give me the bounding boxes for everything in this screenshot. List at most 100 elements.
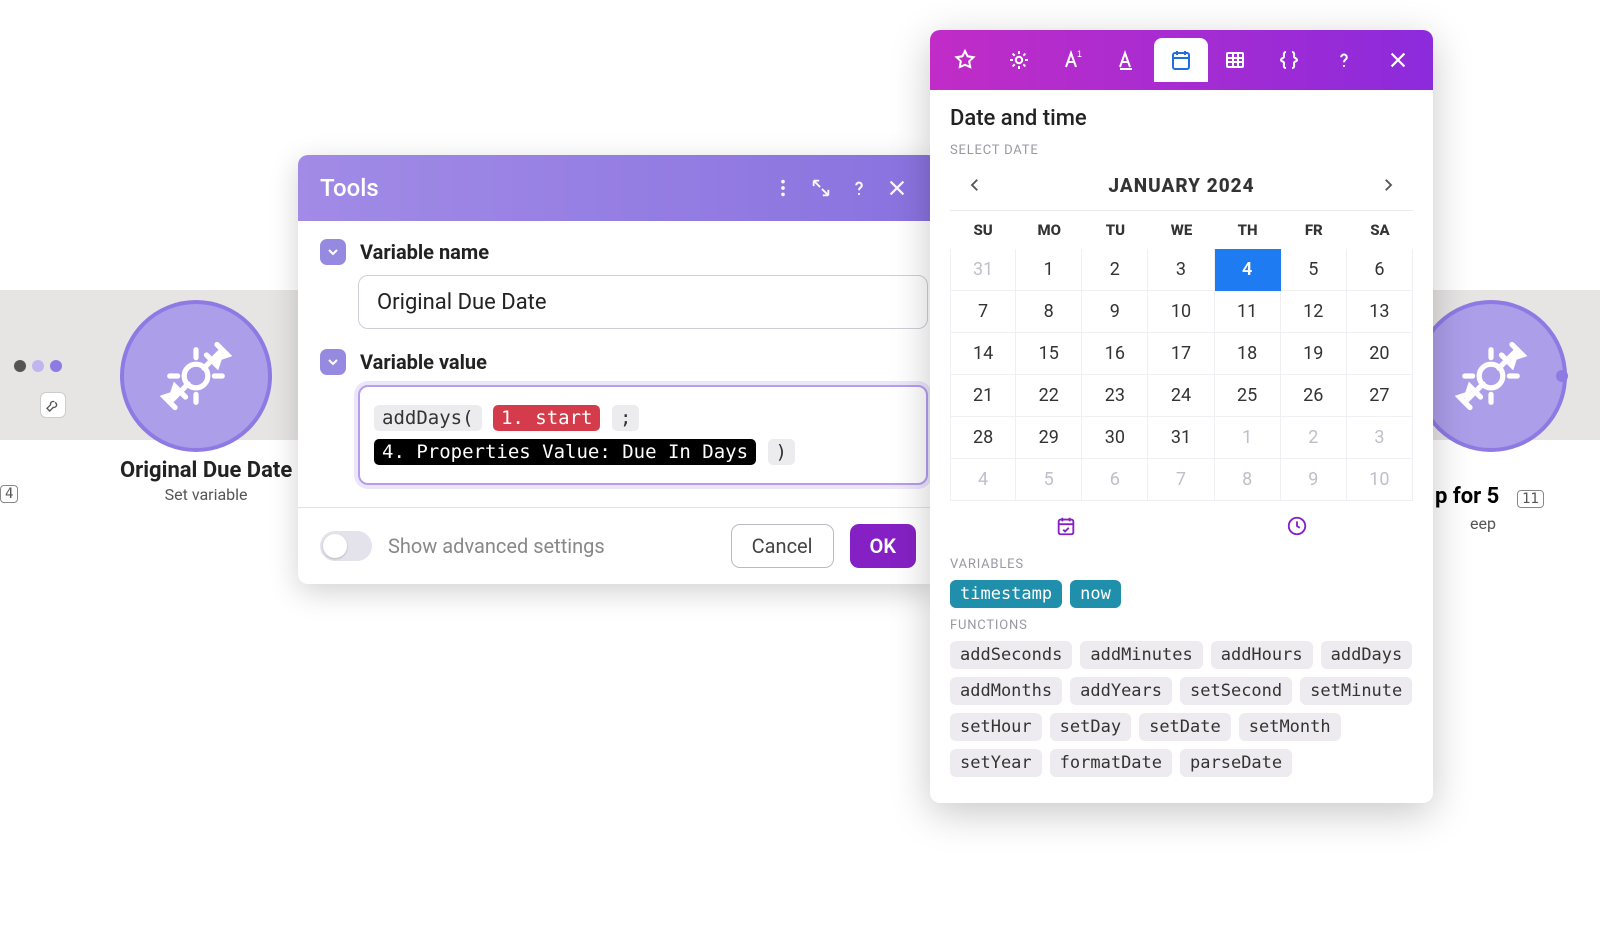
calendar-next[interactable]: [1373, 170, 1403, 200]
tab-math[interactable]: 1: [1046, 38, 1100, 82]
function-chip[interactable]: addSeconds: [950, 641, 1072, 669]
function-chip[interactable]: setMinute: [1300, 677, 1412, 705]
calendar-grid: SUMOTUWETHFRSA31123456789101112131415161…: [950, 210, 1413, 501]
calendar-day[interactable]: 17: [1148, 333, 1214, 375]
function-chip[interactable]: setYear: [950, 749, 1042, 777]
more-icon[interactable]: [764, 169, 802, 207]
calendar-day[interactable]: 1: [1215, 417, 1281, 459]
node-right-sublabel-fragment: eep: [1470, 514, 1496, 533]
function-chip[interactable]: setDay: [1050, 713, 1131, 741]
expand-icon[interactable]: [802, 169, 840, 207]
calendar-weekday: TH: [1215, 211, 1281, 249]
module-node-circle: [1415, 300, 1567, 452]
tab-array[interactable]: [1208, 38, 1262, 82]
variable-chip[interactable]: timestamp: [950, 580, 1062, 608]
calendar-day[interactable]: 6: [1082, 459, 1148, 501]
function-chip[interactable]: formatDate: [1050, 749, 1172, 777]
cancel-button[interactable]: Cancel: [731, 524, 834, 568]
ok-button[interactable]: OK: [850, 524, 916, 568]
calendar-day[interactable]: 10: [1347, 459, 1413, 501]
calendar-day[interactable]: 31: [950, 249, 1016, 291]
advanced-settings-toggle[interactable]: [320, 531, 372, 561]
function-chip[interactable]: setMonth: [1239, 713, 1341, 741]
calendar-day[interactable]: 20: [1347, 333, 1413, 375]
calendar-day[interactable]: 3: [1347, 417, 1413, 459]
calendar-day[interactable]: 5: [1281, 249, 1347, 291]
node-sublabel: Set variable: [120, 485, 292, 504]
time-mode-icon[interactable]: [1286, 515, 1308, 541]
collapse-toggle-variable-value[interactable]: [320, 349, 346, 375]
function-chip[interactable]: addHours: [1211, 641, 1313, 669]
help-icon[interactable]: [840, 169, 878, 207]
calendar-day[interactable]: 3: [1148, 249, 1214, 291]
variable-name-input[interactable]: Original Due Date: [358, 275, 928, 329]
wrench-mini-icon[interactable]: [40, 392, 66, 418]
calendar-day[interactable]: 26: [1281, 375, 1347, 417]
function-chip[interactable]: setSecond: [1180, 677, 1292, 705]
date-mode-icon[interactable]: [1055, 515, 1077, 541]
calendar-day[interactable]: 14: [950, 333, 1016, 375]
tab-date-time[interactable]: [1154, 38, 1208, 82]
advanced-settings-label: Show advanced settings: [388, 534, 715, 558]
tab-text[interactable]: [1100, 38, 1154, 82]
calendar-day[interactable]: 27: [1347, 375, 1413, 417]
calendar-day[interactable]: 22: [1016, 375, 1082, 417]
calendar-day[interactable]: 4: [950, 459, 1016, 501]
function-chip[interactable]: addDays: [1321, 641, 1413, 669]
calendar-day[interactable]: 11: [1215, 291, 1281, 333]
calendar-day[interactable]: 13: [1347, 291, 1413, 333]
calendar-day[interactable]: 9: [1281, 459, 1347, 501]
tools-panel: Tools Variable name Original Due Date: [298, 155, 938, 584]
function-chip[interactable]: setDate: [1139, 713, 1231, 741]
calendar-day[interactable]: 16: [1082, 333, 1148, 375]
calendar-day[interactable]: 8: [1215, 459, 1281, 501]
calendar-day[interactable]: 15: [1016, 333, 1082, 375]
calendar-day[interactable]: 12: [1281, 291, 1347, 333]
expr-token-due-in-days[interactable]: 4. Properties Value: Due In Days: [374, 439, 756, 465]
node-left-tag: 4: [0, 485, 18, 503]
function-chip[interactable]: setHour: [950, 713, 1042, 741]
function-chip[interactable]: addMonths: [950, 677, 1062, 705]
picker-help-icon[interactable]: [1317, 38, 1371, 82]
variable-value-expression-input[interactable]: addDays( 1. start ; 4. Properties Value:…: [358, 385, 928, 485]
calendar-day[interactable]: 10: [1148, 291, 1214, 333]
calendar-day[interactable]: 6: [1347, 249, 1413, 291]
calendar-day[interactable]: 1: [1016, 249, 1082, 291]
calendar-day[interactable]: 24: [1148, 375, 1214, 417]
calendar-day[interactable]: 2: [1281, 417, 1347, 459]
calendar-day[interactable]: 21: [950, 375, 1016, 417]
tab-custom[interactable]: [1262, 38, 1316, 82]
expr-separator: ;: [612, 405, 639, 431]
calendar-day[interactable]: 5: [1016, 459, 1082, 501]
calendar-day[interactable]: 4: [1215, 249, 1281, 291]
calendar-day[interactable]: 25: [1215, 375, 1281, 417]
calendar-prev[interactable]: [960, 170, 990, 200]
calendar-weekday: WE: [1148, 211, 1214, 249]
calendar-day[interactable]: 19: [1281, 333, 1347, 375]
calendar-weekday: FR: [1281, 211, 1347, 249]
calendar-day[interactable]: 30: [1082, 417, 1148, 459]
calendar-day[interactable]: 29: [1016, 417, 1082, 459]
calendar-day[interactable]: 2: [1082, 249, 1148, 291]
module-node-original-due-date[interactable]: Original Due Date Set variable: [120, 300, 292, 504]
function-chip[interactable]: addMinutes: [1080, 641, 1202, 669]
calendar-day[interactable]: 28: [950, 417, 1016, 459]
tab-general[interactable]: [992, 38, 1046, 82]
calendar-day[interactable]: 7: [1148, 459, 1214, 501]
picker-close-icon[interactable]: [1371, 38, 1425, 82]
collapse-toggle-variable-name[interactable]: [320, 239, 346, 265]
calendar-day[interactable]: 8: [1016, 291, 1082, 333]
calendar-day[interactable]: 9: [1082, 291, 1148, 333]
svg-text:1: 1: [1077, 49, 1082, 59]
function-chip[interactable]: parseDate: [1180, 749, 1292, 777]
calendar-day[interactable]: 7: [950, 291, 1016, 333]
tab-favorites[interactable]: [938, 38, 992, 82]
module-node-right[interactable]: [1415, 300, 1567, 452]
calendar-day[interactable]: 18: [1215, 333, 1281, 375]
calendar-day[interactable]: 31: [1148, 417, 1214, 459]
close-icon[interactable]: [878, 169, 916, 207]
variable-chip[interactable]: now: [1070, 580, 1121, 608]
expr-token-start[interactable]: 1. start: [493, 405, 601, 431]
function-chip[interactable]: addYears: [1070, 677, 1172, 705]
calendar-day[interactable]: 23: [1082, 375, 1148, 417]
